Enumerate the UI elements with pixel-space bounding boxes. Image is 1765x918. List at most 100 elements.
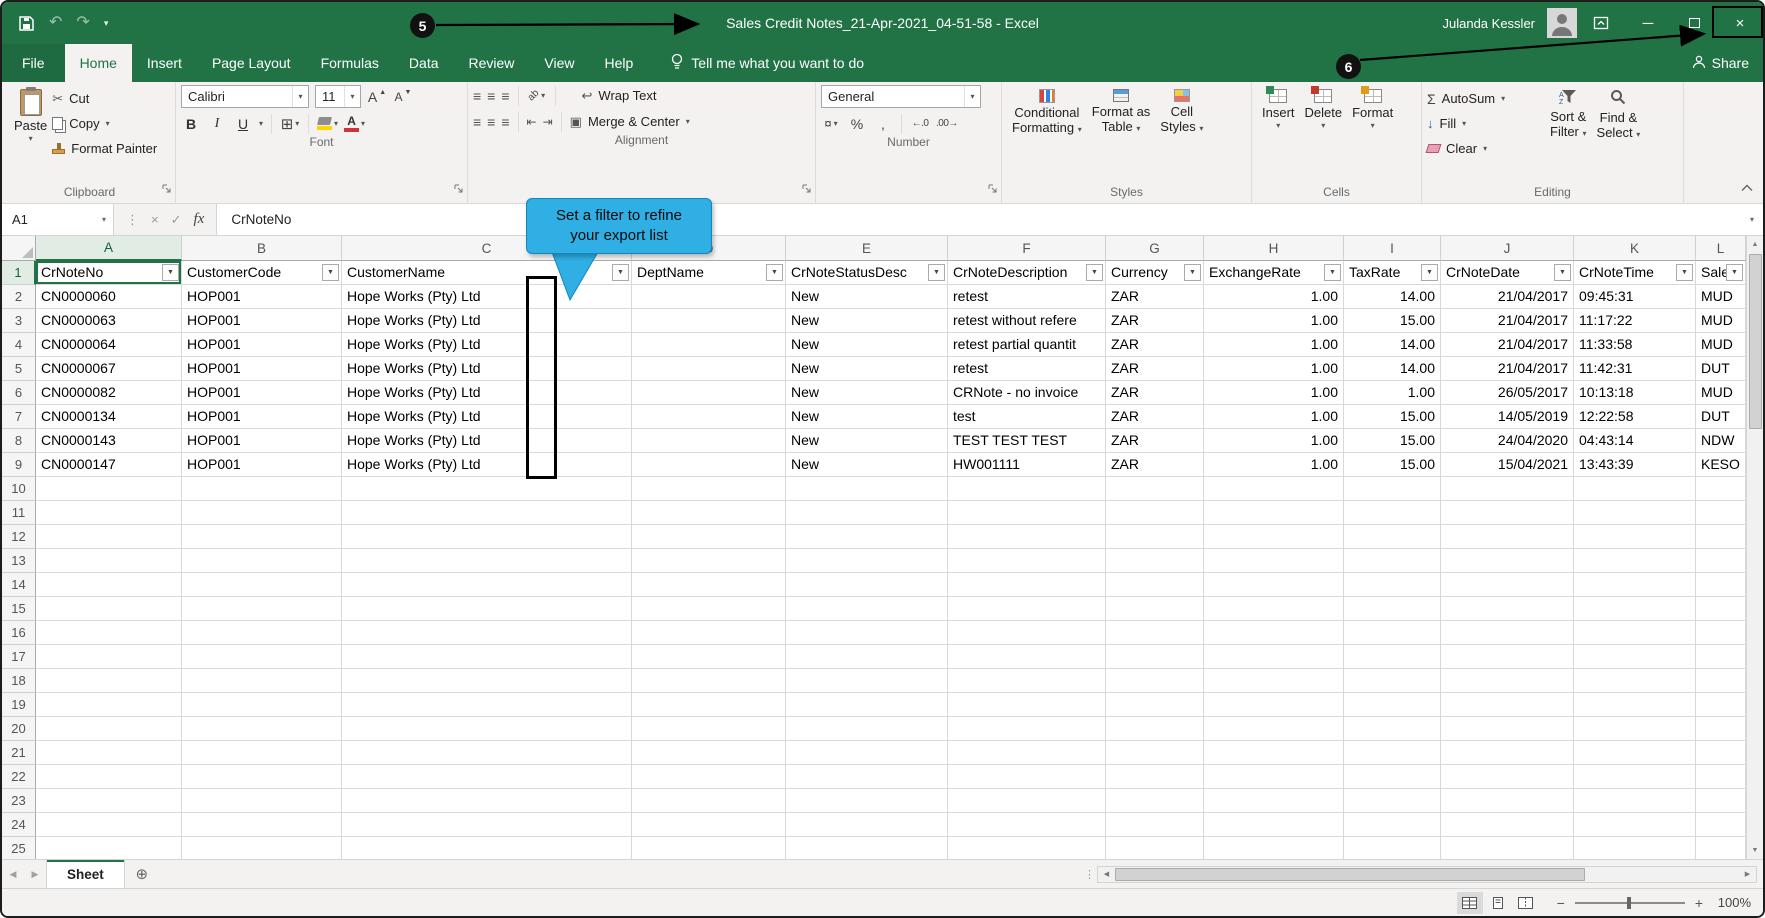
cell-F9[interactable]: HW001111 xyxy=(948,453,1106,477)
filter-button-column-H[interactable]: ▼ xyxy=(1324,264,1341,281)
cell-A7[interactable]: CN0000134 xyxy=(36,405,182,429)
cell-I14[interactable] xyxy=(1344,573,1441,597)
decrease-font-size-button[interactable]: A ▼ xyxy=(393,86,413,107)
cell-B24[interactable] xyxy=(182,813,342,837)
fill-button[interactable]: ↓ Fill ▾ xyxy=(1427,113,1545,134)
font-size-combo[interactable]: 11 ▾ xyxy=(315,85,361,108)
column-header-B[interactable]: B xyxy=(182,236,342,261)
cell-E23[interactable] xyxy=(786,789,948,813)
cell-A21[interactable] xyxy=(36,741,182,765)
cell-E12[interactable] xyxy=(786,525,948,549)
paste-button[interactable]: Paste ▾ xyxy=(9,85,52,143)
cell-G8[interactable]: ZAR xyxy=(1106,429,1204,453)
undo-icon[interactable]: ↶ xyxy=(49,15,62,31)
column-header-L[interactable]: L xyxy=(1696,236,1746,261)
zoom-slider-thumb[interactable] xyxy=(1626,896,1631,909)
cell-G12[interactable] xyxy=(1106,525,1204,549)
cell-K14[interactable] xyxy=(1574,573,1696,597)
cell-H19[interactable] xyxy=(1204,693,1344,717)
decrease-indent-button[interactable]: ⇤ xyxy=(527,115,537,129)
column-header-K[interactable]: K xyxy=(1574,236,1696,261)
cell-I15[interactable] xyxy=(1344,597,1441,621)
cell-L13[interactable] xyxy=(1696,549,1746,573)
row-header-12[interactable]: 12 xyxy=(2,525,36,549)
horizontal-scroll-thumb[interactable] xyxy=(1115,867,1585,881)
row-header-8[interactable]: 8 xyxy=(2,429,36,453)
align-right-button[interactable]: ≡ xyxy=(501,114,509,130)
merge-center-button[interactable]: ▣ Merge & Center ▾ xyxy=(570,111,690,132)
cell-J14[interactable] xyxy=(1441,573,1574,597)
cell-G10[interactable] xyxy=(1106,477,1204,501)
row-header-19[interactable]: 19 xyxy=(2,693,36,717)
scroll-right-button[interactable]: ▶ xyxy=(1739,867,1756,882)
cell-I6[interactable]: 1.00 xyxy=(1344,381,1441,405)
row-header-6[interactable]: 6 xyxy=(2,381,36,405)
cell-E15[interactable] xyxy=(786,597,948,621)
sort-filter-button[interactable]: AZ Sort & Filter ▾ xyxy=(1545,85,1592,139)
cell-F16[interactable] xyxy=(948,621,1106,645)
cell-A25[interactable] xyxy=(36,837,182,859)
cell-styles-button[interactable]: Cell Styles ▾ xyxy=(1155,85,1208,134)
font-family-combo[interactable]: Calibri ▾ xyxy=(181,85,309,108)
cell-H4[interactable]: 1.00 xyxy=(1204,333,1344,357)
column-header-H[interactable]: H xyxy=(1204,236,1344,261)
cell-D11[interactable] xyxy=(632,501,786,525)
row-header-18[interactable]: 18 xyxy=(2,669,36,693)
filter-button-column-B[interactable]: ▼ xyxy=(322,264,339,281)
cell-C17[interactable] xyxy=(342,645,632,669)
clear-button[interactable]: Clear ▾ xyxy=(1425,138,1545,159)
cell-L19[interactable] xyxy=(1696,693,1746,717)
cell-I18[interactable] xyxy=(1344,669,1441,693)
cell-G23[interactable] xyxy=(1106,789,1204,813)
cell-J15[interactable] xyxy=(1441,597,1574,621)
cell-L16[interactable] xyxy=(1696,621,1746,645)
filter-button-column-F[interactable]: ▼ xyxy=(1086,264,1103,281)
cell-J10[interactable] xyxy=(1441,477,1574,501)
row-header-21[interactable]: 21 xyxy=(2,741,36,765)
cell-K3[interactable]: 11:17:22 xyxy=(1574,309,1696,333)
cell-D19[interactable] xyxy=(632,693,786,717)
cell-J9[interactable]: 15/04/2021 xyxy=(1441,453,1574,477)
tell-me-box[interactable]: Tell me what you want to do xyxy=(670,44,864,82)
cell-K16[interactable] xyxy=(1574,621,1696,645)
cell-C20[interactable] xyxy=(342,717,632,741)
cell-J17[interactable] xyxy=(1441,645,1574,669)
cell-L9[interactable]: KESO xyxy=(1696,453,1746,477)
orientation-button[interactable]: ab ▾ xyxy=(526,85,547,106)
cell-H5[interactable]: 1.00 xyxy=(1204,357,1344,381)
cell-K19[interactable] xyxy=(1574,693,1696,717)
cell-G14[interactable] xyxy=(1106,573,1204,597)
name-box[interactable]: A1 ▾ xyxy=(2,204,114,235)
cell-C13[interactable] xyxy=(342,549,632,573)
cell-I23[interactable] xyxy=(1344,789,1441,813)
name-box-dropdown-icon[interactable]: ▾ xyxy=(95,215,113,224)
cell-H16[interactable] xyxy=(1204,621,1344,645)
cell-L15[interactable] xyxy=(1696,597,1746,621)
cell-H21[interactable] xyxy=(1204,741,1344,765)
formula-drag-dots-icon[interactable]: ⋮ xyxy=(126,212,139,228)
cell-G11[interactable] xyxy=(1106,501,1204,525)
cell-J1[interactable]: CrNoteDate ▼ xyxy=(1441,261,1574,285)
cell-I17[interactable] xyxy=(1344,645,1441,669)
cell-F3[interactable]: retest without refere xyxy=(948,309,1106,333)
cell-I1[interactable]: TaxRate ▼ xyxy=(1344,261,1441,285)
cell-E9[interactable]: New xyxy=(786,453,948,477)
cell-L12[interactable] xyxy=(1696,525,1746,549)
cell-D16[interactable] xyxy=(632,621,786,645)
column-header-I[interactable]: I xyxy=(1344,236,1441,261)
tab-page-layout[interactable]: Page Layout xyxy=(197,44,306,82)
cell-B5[interactable]: HOP001 xyxy=(182,357,342,381)
cell-A13[interactable] xyxy=(36,549,182,573)
cell-C6[interactable]: Hope Works (Pty) Ltd xyxy=(342,381,632,405)
user-name[interactable]: Julanda Kessler xyxy=(1443,16,1536,31)
cell-K17[interactable] xyxy=(1574,645,1696,669)
delete-cells-button[interactable]: Delete ▾ xyxy=(1300,85,1348,130)
cell-J11[interactable] xyxy=(1441,501,1574,525)
cell-A2[interactable]: CN0000060 xyxy=(36,285,182,309)
formula-input[interactable]: CrNoteNo xyxy=(217,204,1741,235)
insert-cells-button[interactable]: Insert ▾ xyxy=(1257,85,1300,130)
cell-C12[interactable] xyxy=(342,525,632,549)
row-header-24[interactable]: 24 xyxy=(2,813,36,837)
filter-button-column-D[interactable]: ▼ xyxy=(766,264,783,281)
next-sheet-icon[interactable]: ▶ xyxy=(24,860,46,888)
